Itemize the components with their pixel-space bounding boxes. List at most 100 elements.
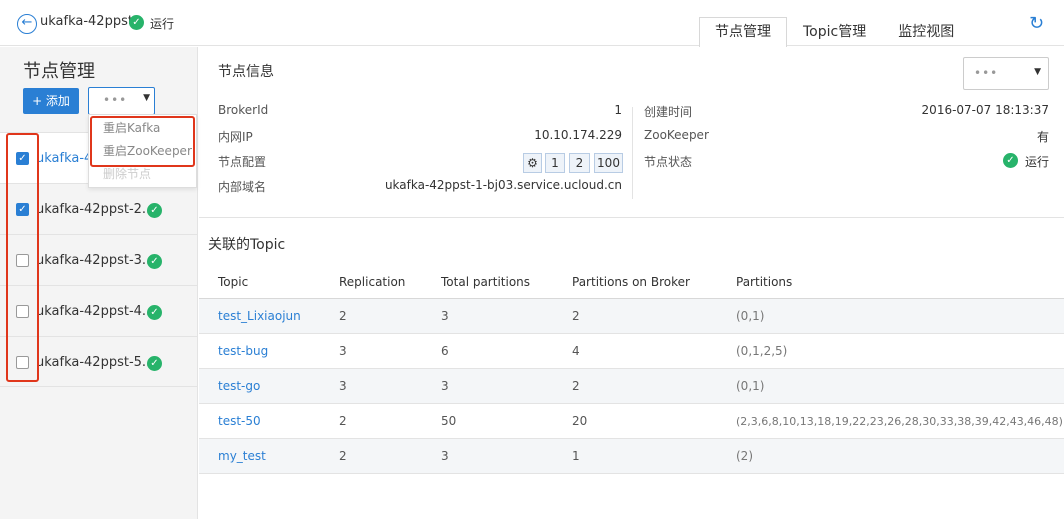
intranet-ip-value: 10.10.174.229 (534, 128, 622, 142)
sidebar: 节点管理 + 添加 ••• ▼ ✓ ukafka-42ppst-1 ✓ ukaf… (0, 47, 198, 519)
node-status-ok-icon: ✓ (147, 254, 162, 269)
node-config-label: 节点配置 (218, 155, 267, 169)
restart-zookeeper-item[interactable]: 重启ZooKeeper (89, 140, 196, 163)
partitions-on-broker-cell: 2 (572, 309, 580, 323)
replication-cell: 3 (339, 344, 347, 358)
main-tabs: 节点管理 Topic管理 监控视图 (699, 17, 970, 47)
col-total-partitions: Total partitions (441, 275, 531, 289)
node-item[interactable]: ukafka-42ppst-5... ✓ (0, 336, 197, 387)
header-status-text: 运行 (150, 17, 175, 31)
topic-table: Topic Replication Total partitions Parti… (199, 265, 1064, 474)
domain-value: ukafka-42ppst-1-bj03.service.ucloud.cn (384, 178, 622, 192)
add-node-button[interactable]: + 添加 (23, 88, 79, 114)
table-header-row: Topic Replication Total partitions Parti… (199, 265, 1064, 299)
more-actions-button[interactable]: ••• ▼ (88, 87, 155, 115)
replication-cell: 3 (339, 379, 347, 393)
back-arrow-icon[interactable]: ← (17, 14, 37, 34)
more-actions-dropdown: 重启Kafka 重启ZooKeeper 删除节点 (88, 114, 197, 188)
node-checkbox[interactable] (16, 254, 29, 267)
partitions-on-broker-cell: 1 (572, 449, 580, 463)
node-name[interactable]: ukafka-42ppst-5... (36, 355, 154, 370)
node-checkbox[interactable]: ✓ (16, 152, 29, 165)
node-item[interactable]: ukafka-42ppst-3... ✓ (0, 234, 197, 285)
partitions-cell: (2,3,6,8,10,13,18,19,22,23,26,28,30,33,3… (736, 415, 1063, 428)
broker-id-value: 1 (614, 103, 622, 117)
topic-link[interactable]: my_test (218, 439, 266, 474)
created-time-value: 2016-07-07 18:13:37 (921, 103, 1049, 117)
node-checkbox[interactable] (16, 356, 29, 369)
partitions-on-broker-cell: 20 (572, 414, 588, 428)
node-status-ok-icon: ✓ (147, 305, 162, 320)
more-dots-icon: ••• (103, 93, 128, 107)
tab-topic-management[interactable]: Topic管理 (787, 17, 882, 47)
topic-link[interactable]: test-50 (218, 404, 261, 439)
col-partitions-on-broker: Partitions on Broker (572, 275, 690, 289)
partitions-cell: (0,1,2,5) (736, 344, 788, 358)
topic-link[interactable]: test-bug (218, 334, 268, 369)
zookeeper-label: ZooKeeper (644, 128, 709, 142)
total-partitions-cell: 3 (441, 449, 449, 463)
node-item[interactable]: ✓ ukafka-42ppst-2... ✓ (0, 183, 197, 234)
partitions-cell: (2) (736, 449, 753, 463)
domain-label: 内部域名 (218, 180, 267, 194)
config-value: 1 (545, 153, 565, 173)
restart-kafka-item[interactable]: 重启Kafka (89, 117, 196, 140)
replication-cell: 2 (339, 414, 347, 428)
broker-id-label: BrokerId (218, 103, 269, 117)
node-status-ok-icon: ✓ (1003, 153, 1018, 168)
caret-down-icon: ▼ (143, 93, 150, 103)
col-partitions: Partitions (736, 275, 793, 289)
refresh-icon[interactable]: ↻ (1029, 14, 1048, 33)
node-name[interactable]: ukafka-42ppst-3... (36, 253, 154, 268)
section-divider (199, 217, 1064, 218)
tab-node-management[interactable]: 节点管理 (699, 17, 787, 47)
partitions-cell: (0,1) (736, 309, 765, 323)
status-ok-icon: ✓ (129, 15, 144, 30)
zookeeper-value: 有 (1036, 130, 1049, 144)
topic-link[interactable]: test-go (218, 369, 260, 404)
topic-link[interactable]: test_Lixiaojun (218, 299, 301, 334)
table-row: test-bug 3 6 4 (0,1,2,5) (199, 334, 1064, 369)
related-topic-title: 关联的Topic (208, 237, 286, 253)
col-replication: Replication (339, 275, 406, 289)
tab-monitor-view[interactable]: 监控视图 (882, 17, 970, 47)
node-status-label: 节点状态 (644, 155, 693, 169)
node-name[interactable]: ukafka-42ppst-2... (36, 202, 154, 217)
total-partitions-cell: 3 (441, 309, 449, 323)
table-row: test_Lixiaojun 2 3 2 (0,1) (199, 299, 1064, 334)
partitions-on-broker-cell: 4 (572, 344, 580, 358)
node-status-ok-icon: ✓ (147, 356, 162, 371)
node-name[interactable]: ukafka-42ppst-4... (36, 304, 154, 319)
partitions-cell: (0,1) (736, 379, 765, 393)
total-partitions-cell: 50 (441, 414, 457, 428)
partitions-on-broker-cell: 2 (572, 379, 580, 393)
node-item[interactable]: ukafka-42ppst-4... ✓ (0, 285, 197, 336)
table-row: test-50 2 50 20 (2,3,6,8,10,13,18,19,22,… (199, 404, 1064, 439)
created-time-label: 创建时间 (644, 105, 693, 119)
top-header: ← ukafka-42ppst ✓ 运行 节点管理 Topic管理 监控视图 ↻ (0, 0, 1064, 47)
config-icon: ⚙ (523, 153, 542, 173)
config-value: 2 (569, 153, 590, 173)
more-dots-icon: ••• (974, 66, 999, 80)
config-value: 100 (594, 153, 623, 173)
node-checkbox[interactable]: ✓ (16, 203, 29, 216)
caret-down-icon: ▼ (1034, 67, 1041, 77)
sidebar-title: 节点管理 (23, 61, 95, 82)
app-title: ukafka-42ppst (40, 14, 133, 29)
node-status-ok-icon: ✓ (147, 203, 162, 218)
node-info-title: 节点信息 (218, 64, 274, 80)
col-topic: Topic (218, 275, 249, 289)
delete-node-item[interactable]: 删除节点 (89, 163, 196, 186)
info-divider (632, 107, 633, 199)
node-actions-dropdown[interactable]: ••• ▼ (963, 57, 1049, 90)
table-row: my_test 2 3 1 (2) (199, 439, 1064, 474)
replication-cell: 2 (339, 449, 347, 463)
node-checkbox[interactable] (16, 305, 29, 318)
total-partitions-cell: 3 (441, 379, 449, 393)
replication-cell: 2 (339, 309, 347, 323)
table-row: test-go 3 3 2 (0,1) (199, 369, 1064, 404)
total-partitions-cell: 6 (441, 344, 449, 358)
node-status-value: 运行 (1024, 155, 1049, 169)
intranet-ip-label: 内网IP (218, 130, 253, 144)
main-panel: 节点信息 ••• ▼ BrokerId 1 内网IP 10.10.174.229… (199, 47, 1064, 519)
